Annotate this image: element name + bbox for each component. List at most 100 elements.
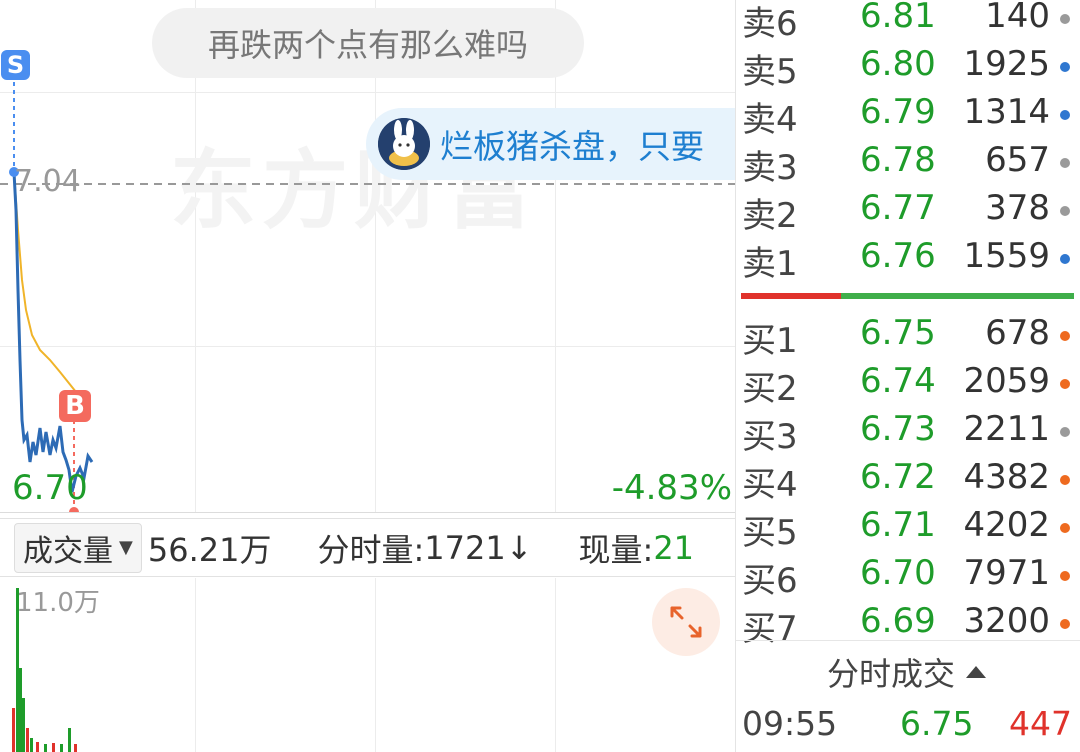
ask-row[interactable]: 卖3 6.78 657 xyxy=(736,140,1080,188)
level-price: 6.70 xyxy=(860,553,936,593)
volume-bar xyxy=(52,743,55,752)
tick-trades-title: 分时成交 xyxy=(826,655,955,693)
grid-line xyxy=(375,578,376,752)
level-label: 卖5 xyxy=(742,52,798,92)
divider xyxy=(0,518,735,519)
level-price: 6.81 xyxy=(860,0,936,36)
level-price: 6.75 xyxy=(860,313,936,353)
level-price: 6.76 xyxy=(860,236,936,276)
low-price-label: 6.70 xyxy=(12,468,88,508)
level-label: 买5 xyxy=(742,513,798,553)
volume-bar xyxy=(74,744,77,752)
level-dot-icon xyxy=(1060,110,1070,120)
level-dot-icon xyxy=(1060,206,1070,216)
level-dot-icon xyxy=(1060,14,1070,24)
level-dot-icon xyxy=(1060,571,1070,581)
intraday-chart[interactable]: 东方财富 S B 7.04 6.70 -4.83% 再跌两个点有那么难吗 烂板猪… xyxy=(0,0,735,752)
level-quantity: 1925 xyxy=(963,44,1050,84)
level-dot-icon xyxy=(1060,523,1070,533)
level-price: 6.73 xyxy=(860,409,936,449)
down-arrow-icon: ↓ xyxy=(505,528,533,567)
ratio-bar-buy-part xyxy=(841,293,1074,299)
bid-row[interactable]: 买6 6.70 7971 xyxy=(736,553,1080,601)
sell-marker[interactable]: S xyxy=(1,50,30,80)
level-label: 买1 xyxy=(742,321,798,361)
volume-bar xyxy=(22,698,25,752)
level-price: 6.78 xyxy=(860,140,936,180)
level-label: 买3 xyxy=(742,417,798,457)
bullet-comment-text: 烂板猪杀盘，只要 xyxy=(440,127,704,166)
indicator-select[interactable]: 成交量 ▼ xyxy=(14,522,142,573)
ask-row[interactable]: 卖4 6.79 1314 xyxy=(736,92,1080,140)
tick-price: 6.75 xyxy=(900,704,974,743)
level-label: 卖2 xyxy=(742,196,798,236)
order-book: 卖6 6.81 140 卖5 6.80 1925 卖4 6.79 1314 卖3 6.78 657 卖2… xyxy=(736,0,1080,752)
ask-row[interactable]: 卖1 6.76 1559 xyxy=(736,236,1080,284)
level-quantity: 1314 xyxy=(963,92,1050,132)
tick-trades-header[interactable]: 分时成交 xyxy=(736,640,1080,703)
level-quantity: 1559 xyxy=(963,236,1050,276)
dropdown-arrow-icon: ▼ xyxy=(119,537,133,558)
level-label: 卖4 xyxy=(742,100,798,140)
period-volume-value: 1721 xyxy=(424,528,506,567)
price-line xyxy=(12,171,94,493)
bullet-comment[interactable]: 烂板猪杀盘，只要 xyxy=(366,108,735,180)
period-volume-label: 分时量: xyxy=(317,530,425,569)
level-dot-icon xyxy=(1060,619,1070,629)
level-quantity: 3200 xyxy=(963,601,1050,641)
volume-bar xyxy=(36,742,39,752)
grid-line xyxy=(195,578,196,752)
level-dot-icon xyxy=(1060,475,1070,485)
ask-row[interactable]: 卖6 6.81 140 xyxy=(736,0,1080,44)
total-volume: 56.21万 xyxy=(147,530,272,569)
level-quantity: 378 xyxy=(985,188,1050,228)
bid-row[interactable]: 买5 6.71 4202 xyxy=(736,505,1080,553)
current-volume-value: 21 xyxy=(653,528,695,567)
level-label: 卖1 xyxy=(742,244,798,284)
level-quantity: 140 xyxy=(985,0,1050,36)
divider xyxy=(0,576,735,577)
level-dot-icon xyxy=(1060,331,1070,341)
level-price: 6.69 xyxy=(860,601,936,641)
level-quantity: 4382 xyxy=(963,457,1050,497)
bid-row[interactable]: 买1 6.75 678 xyxy=(736,313,1080,361)
comment-pill[interactable]: 再跌两个点有那么难吗 xyxy=(152,8,584,78)
level-quantity: 678 xyxy=(985,313,1050,353)
rabbit-icon xyxy=(378,118,430,170)
level-label: 卖3 xyxy=(742,148,798,188)
tick-volume: 447 xyxy=(1009,704,1072,743)
bid-row[interactable]: 买2 6.74 2059 xyxy=(736,361,1080,409)
buy-marker[interactable]: B xyxy=(59,390,91,422)
level-quantity: 4202 xyxy=(963,505,1050,545)
level-dot-icon xyxy=(1060,62,1070,72)
level-label: 买4 xyxy=(742,465,798,505)
current-volume-label: 现量: xyxy=(578,530,654,569)
level-price: 6.79 xyxy=(860,92,936,132)
avg-price-line xyxy=(13,171,77,393)
indicator-select-label: 成交量 xyxy=(23,533,113,569)
level-label: 买2 xyxy=(742,369,798,409)
volume-bars-svg xyxy=(12,588,77,752)
volume-toolbar: 成交量 ▼ 56.21万 分时量: 1721 ↓ 现量: 21 xyxy=(0,520,735,575)
level-dot-icon xyxy=(1060,427,1070,437)
tick-time: 09:55 xyxy=(742,704,838,743)
volume-bar xyxy=(12,708,15,752)
chart-bottom-border xyxy=(0,512,735,513)
level-quantity: 657 xyxy=(985,140,1050,180)
level-label: 卖6 xyxy=(742,4,798,44)
reference-price-label: 7.04 xyxy=(14,164,81,199)
level-dot-icon xyxy=(1060,379,1070,389)
avatar xyxy=(378,118,430,170)
expand-button[interactable] xyxy=(652,588,720,656)
volume-bar xyxy=(16,588,19,752)
bid-row[interactable]: 买3 6.73 2211 xyxy=(736,409,1080,457)
expand-icon xyxy=(670,606,702,638)
level-quantity: 2059 xyxy=(963,361,1050,401)
ask-row[interactable]: 卖2 6.77 378 xyxy=(736,188,1080,236)
bid-row[interactable]: 买4 6.72 4382 xyxy=(736,457,1080,505)
ask-row[interactable]: 卖5 6.80 1925 xyxy=(736,44,1080,92)
change-percent-label: -4.83% xyxy=(611,468,732,508)
volume-bar xyxy=(44,744,47,752)
level-price: 6.80 xyxy=(860,44,936,84)
level-quantity: 7971 xyxy=(963,553,1050,593)
